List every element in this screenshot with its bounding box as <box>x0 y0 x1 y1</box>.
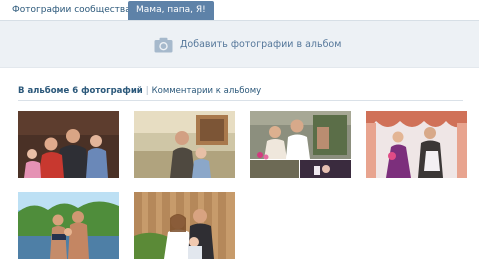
album-comments-link[interactable]: Комментарии к альбому <box>152 86 262 96</box>
photo-thumb-2[interactable] <box>134 111 235 178</box>
add-photos-button[interactable]: Добавить фотографии в альбом <box>154 36 341 53</box>
photo-thumb-4[interactable] <box>366 111 467 178</box>
photo-thumb-1[interactable] <box>18 111 119 178</box>
photo-thumb-5[interactable] <box>18 192 119 259</box>
album-summary: В альбоме 6 фотографий | Комментарии к аль… <box>18 86 463 101</box>
photo-thumb-3[interactable] <box>250 111 351 178</box>
tab-album-mama-papa[interactable]: Мама, папа, Я! <box>128 1 214 20</box>
photo-thumb-6[interactable] <box>134 192 235 259</box>
tab-bar: Фотографии сообщества Мама, папа, Я! <box>0 0 479 21</box>
add-photos-area[interactable]: Добавить фотографии в альбом <box>0 21 479 68</box>
add-photos-label: Добавить фотографии в альбом <box>180 39 342 50</box>
family-photo-4 <box>366 111 467 178</box>
camera-icon <box>154 37 173 52</box>
tab-community-photos[interactable]: Фотографии сообщества <box>5 1 138 20</box>
family-photo-1 <box>18 111 119 178</box>
photo-count: В альбоме 6 фотографий <box>18 86 143 96</box>
family-photo-5 <box>18 192 119 259</box>
separator: | <box>145 86 149 96</box>
family-photo-6 <box>134 192 235 259</box>
family-photo-2 <box>134 111 235 178</box>
family-photo-3 <box>250 111 351 178</box>
